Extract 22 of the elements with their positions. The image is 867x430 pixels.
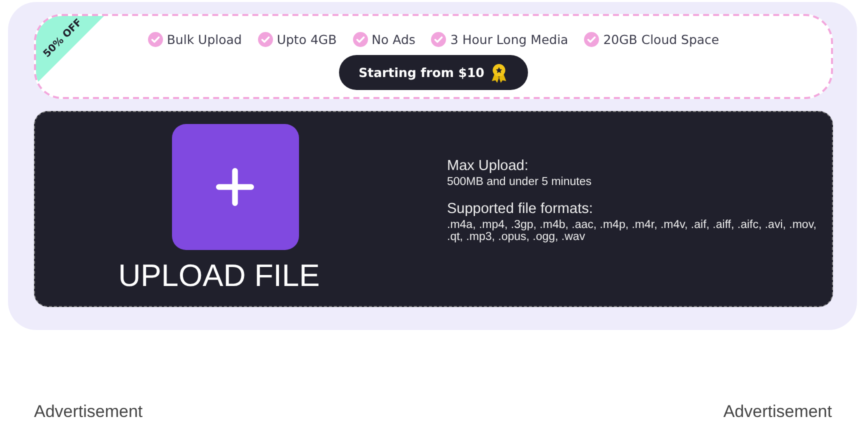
advertisement-label: Advertisement (723, 402, 832, 422)
advertisement-label: Advertisement (34, 402, 143, 422)
check-icon (584, 32, 600, 47)
max-upload-title: Max Upload: (447, 158, 530, 174)
feature-label: 3 Hour Long Media (450, 32, 568, 47)
feature-label: No Ads (372, 32, 416, 47)
max-upload-text: 500MB and under 5 minutes (447, 176, 592, 188)
formats-text: .m4a, .mp4, .3gp, .m4b, .aac, .m4p, .m4r, .m4v, .aif, .aiff, .aifc, .avi, .mov, .qt, .mp3, .opus, .ogg, .wav (447, 219, 818, 243)
formats-title: Supported file formats: (447, 201, 594, 217)
plus-icon (216, 168, 254, 206)
check-icon (148, 32, 163, 47)
check-icon (431, 32, 446, 47)
award-icon (490, 62, 508, 82)
feature-label: Bulk Upload (166, 32, 242, 47)
feature-label: Upto 4GB (276, 32, 337, 47)
add-file-button[interactable] (172, 124, 298, 250)
check-icon (258, 32, 273, 47)
pricing-button[interactable]: Starting from $10 (338, 55, 528, 90)
upload-label: UPLOAD FILE (118, 258, 320, 294)
feature-label: 20GB Cloud Space (603, 32, 720, 47)
upload-dropzone[interactable]: UPLOAD FILE Max Upload: 500MB and under 5 minutes Supported file formats: .m4a, .mp4, .3gp, .m4b, .aac, .m4p, .m4r, .m4v, .aif, .aiff, .aifc, .avi, .mov, .qt, .mp3, .opus, .ogg, .wav (34, 111, 833, 307)
check-icon (352, 32, 368, 47)
